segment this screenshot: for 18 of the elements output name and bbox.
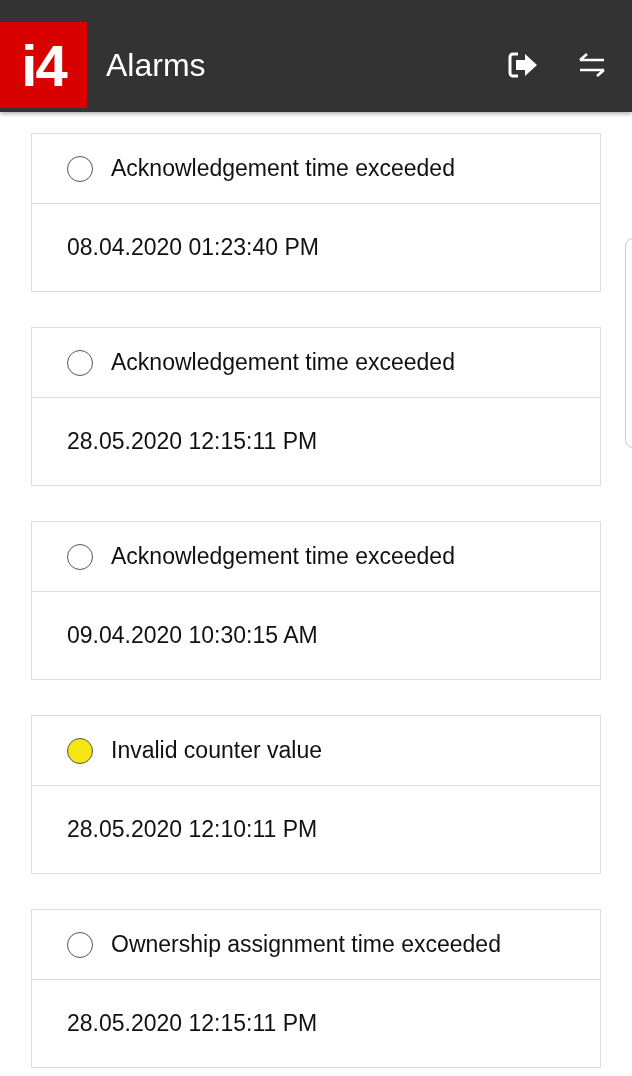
alarm-message: Ownership assignment time exceeded bbox=[111, 931, 501, 958]
alarm-time: 08.04.2020 01:23:40 PM bbox=[66, 233, 320, 262]
logo: i4 bbox=[0, 22, 87, 108]
alarm-time: 28.05.2020 12:15:11 PM bbox=[66, 1009, 319, 1038]
alarm-card[interactable]: Acknowledgement time exceeded 08.04.2020 01:23:40 PM bbox=[31, 133, 601, 292]
alarm-card[interactable]: Acknowledgement time exceeded 28.05.2020 12:15:11 PM bbox=[31, 327, 601, 486]
app-title: Alarms bbox=[106, 46, 206, 84]
alarm-card[interactable]: Acknowledgement time exceeded 09.04.2020 10:30:15 AM bbox=[31, 521, 601, 680]
alarm-time: 09.04.2020 10:30:15 AM bbox=[66, 621, 319, 650]
alarm-card[interactable]: Ownership assignment time exceeded 28.05.2020 12:15:11 PM bbox=[31, 909, 601, 1068]
alarm-card[interactable]: Invalid counter value 28.05.2020 12:10:11 PM bbox=[31, 715, 601, 874]
alarm-time: 28.05.2020 12:15:11 PM bbox=[66, 427, 319, 456]
alarm-message: Acknowledgement time exceeded bbox=[111, 349, 455, 376]
alarm-time: 28.05.2020 12:10:11 PM bbox=[66, 815, 319, 844]
alarm-message: Acknowledgement time exceeded bbox=[111, 155, 455, 182]
alarm-message: Invalid counter value bbox=[111, 737, 322, 764]
swap-arrows-icon bbox=[578, 52, 606, 78]
alarm-message: Acknowledgement time exceeded bbox=[111, 543, 455, 570]
